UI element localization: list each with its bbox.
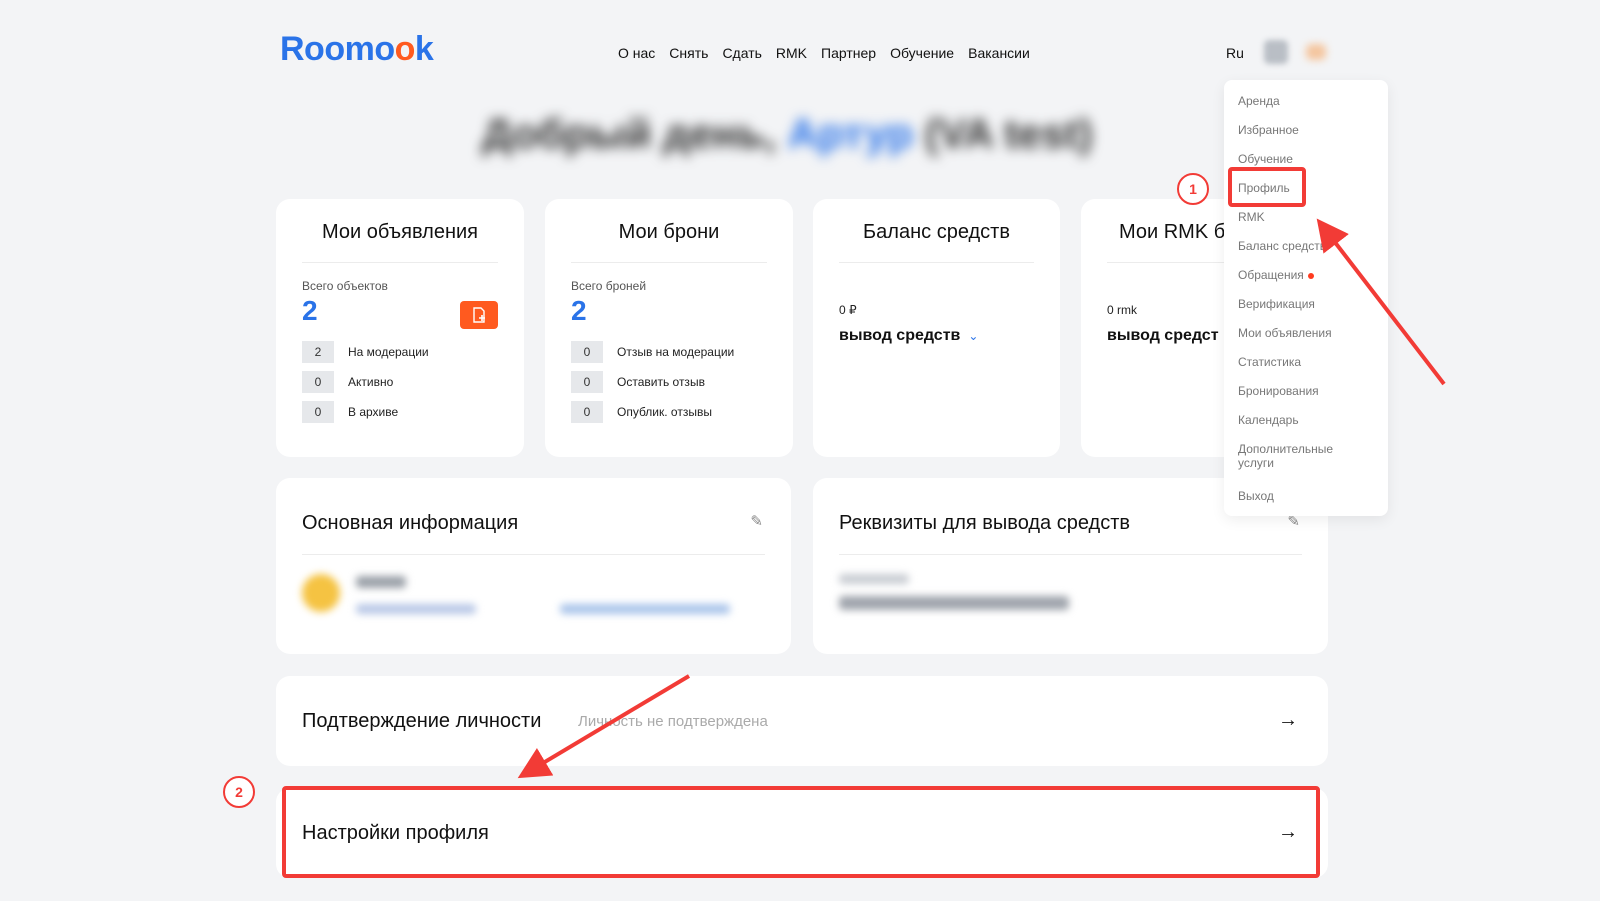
arrow-to-profile-item (1316, 218, 1446, 386)
annotation-arrows (517, 218, 1446, 779)
arrow-to-profile-settings (517, 674, 691, 779)
